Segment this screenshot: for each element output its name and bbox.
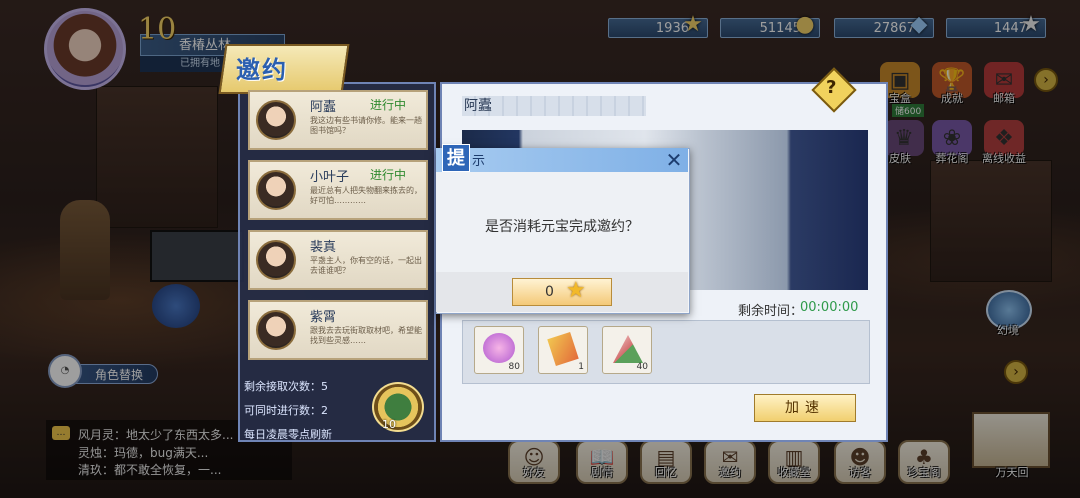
invite-card[interactable]: 阿蠹 进行中 我这边有些书请你修。能来一趟图书馆吗？	[248, 90, 428, 150]
remaining-accepts: 剩余接取次数：5	[244, 380, 328, 393]
dialog-title-second-char: 示	[472, 154, 486, 169]
character-avatar	[256, 170, 296, 210]
card-desc: 平盏主人，你有空的话，一起出去谁谁吧？	[310, 256, 422, 275]
character-avatar	[256, 240, 296, 280]
card-desc: 我这边有些书请你修。能来一趟图书馆吗？	[310, 116, 422, 135]
cost-value: 0	[545, 284, 554, 300]
crystal-ball-icon	[483, 333, 515, 363]
reward-item[interactable]: 80	[474, 326, 524, 374]
card-name: 裴真	[310, 240, 337, 255]
time-value: 00:00:00	[800, 300, 859, 315]
refresh-count: 10	[382, 418, 396, 431]
invite-card[interactable]: 裴真 平盏主人，你有空的话，一起出去谁谁吧？	[248, 230, 428, 290]
card-name: 紫霄	[310, 310, 337, 325]
card-status: 进行中	[370, 168, 407, 182]
detail-name: 阿蠹	[462, 96, 646, 116]
character-avatar	[256, 100, 296, 140]
card-name: 小叶子	[310, 170, 350, 185]
reward-item[interactable]: 40	[602, 326, 652, 374]
dialog-title-first-char: 提	[442, 144, 470, 172]
time-label: 剩余时间：	[738, 304, 804, 319]
concurrent-count: 可同时进行数：2	[244, 404, 328, 417]
refresh-button[interactable]	[372, 382, 424, 432]
reward-count: 80	[508, 362, 520, 372]
star-icon: ★	[566, 278, 586, 303]
invite-card[interactable]: 小叶子 进行中 最近总有人把失物翻来拣去的，好可怕…………	[248, 160, 428, 220]
ticket-icon	[547, 331, 579, 367]
dialog-message: 是否消耗元宝完成邀约？	[485, 219, 639, 235]
confirm-cost-button[interactable]: 0	[512, 278, 612, 306]
invite-title: 邀约	[236, 56, 288, 84]
reward-count: 40	[636, 362, 648, 372]
card-status: 进行中	[370, 98, 407, 112]
invite-card[interactable]: 紫霄 跟我去去玩街取取材吧，希望能找到些灵感……	[248, 300, 428, 360]
card-name: 阿蠹	[310, 100, 337, 115]
close-icon[interactable]: ✕	[662, 148, 686, 172]
reward-item[interactable]: 1	[538, 326, 588, 374]
speedup-button[interactable]: 加速	[754, 394, 856, 422]
card-desc: 跟我去去玩街取取材吧，希望能找到些灵感……	[310, 326, 422, 345]
character-avatar	[256, 310, 296, 350]
flower-icon	[613, 335, 643, 363]
card-desc: 最近总有人把失物翻来拣去的，好可怕…………	[310, 186, 422, 205]
question-icon: ?	[826, 77, 837, 98]
reward-count: 1	[578, 362, 584, 372]
refresh-note: 每日凌晨零点刷新	[244, 428, 332, 441]
